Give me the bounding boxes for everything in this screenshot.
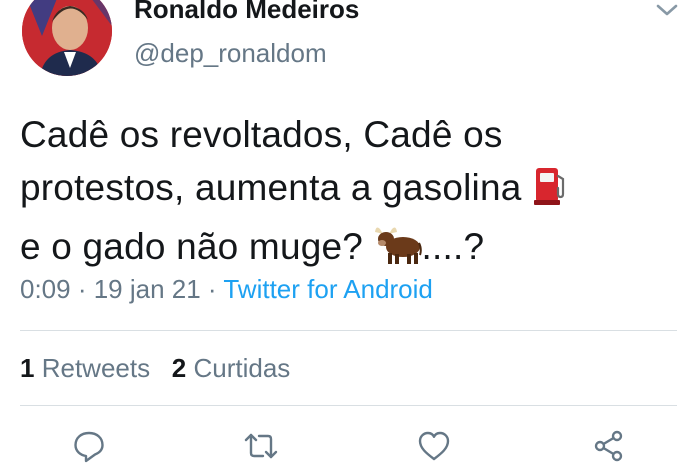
tweet-date[interactable]: 19 jan 21: [94, 274, 201, 304]
divider-top: [20, 330, 677, 331]
tweet-card: Ronaldo Medeiros @dep_ronaldom Cadê os r…: [0, 0, 697, 465]
retweet-icon: [244, 433, 278, 459]
share-button[interactable]: [591, 428, 627, 464]
reply-button[interactable]: [71, 428, 107, 464]
tweet-text-line-1: Cadê os revoltados, Cadê os: [20, 114, 503, 155]
tweet-text-line-2: protestos, aumenta a gasolina: [20, 161, 680, 220]
tweet-text-line-3-end: ....?: [421, 226, 485, 267]
tweet-text-line-2-text: protestos, aumenta a gasolina: [20, 167, 522, 208]
tweet-stats: 1 Retweets 2 Curtidas: [20, 353, 290, 384]
like-button[interactable]: [416, 428, 452, 464]
author-handle[interactable]: @dep_ronaldom: [134, 38, 327, 69]
fuel-pump-icon: [532, 166, 568, 220]
avatar[interactable]: [22, 0, 112, 76]
tweet-meta: 0:09 · 19 jan 21 · Twitter for Android: [20, 274, 433, 305]
likes-count: 2: [171, 353, 187, 383]
divider-bottom: [20, 405, 677, 406]
tweet-time[interactable]: 0:09: [20, 274, 71, 304]
tweet-source-link[interactable]: Twitter for Android: [223, 274, 433, 304]
chevron-down-icon[interactable]: [654, 0, 680, 20]
like-icon: [418, 431, 450, 461]
retweet-button[interactable]: [243, 428, 279, 464]
retweets-label: Retweets: [41, 353, 151, 383]
meta-separator-2: ·: [200, 274, 224, 304]
share-icon: [594, 430, 623, 462]
avatar-photo: [22, 0, 112, 76]
tweet-text: Cadê os revoltados, Cadê os protestos, a…: [20, 108, 680, 279]
likes-label: Curtidas: [193, 353, 291, 383]
reply-icon: [74, 431, 104, 463]
tweet-text-line-3: e o gado não muge? ....?: [20, 220, 680, 279]
retweets-stat[interactable]: 1 Retweets: [20, 353, 150, 383]
ox-icon: [374, 225, 422, 279]
meta-separator-1: ·: [70, 274, 94, 304]
author-display-name[interactable]: Ronaldo Medeiros: [134, 0, 359, 25]
likes-stat[interactable]: 2 Curtidas: [172, 353, 291, 383]
retweets-count: 1: [20, 353, 35, 383]
tweet-text-line-3-text: e o gado não muge?: [20, 226, 364, 267]
